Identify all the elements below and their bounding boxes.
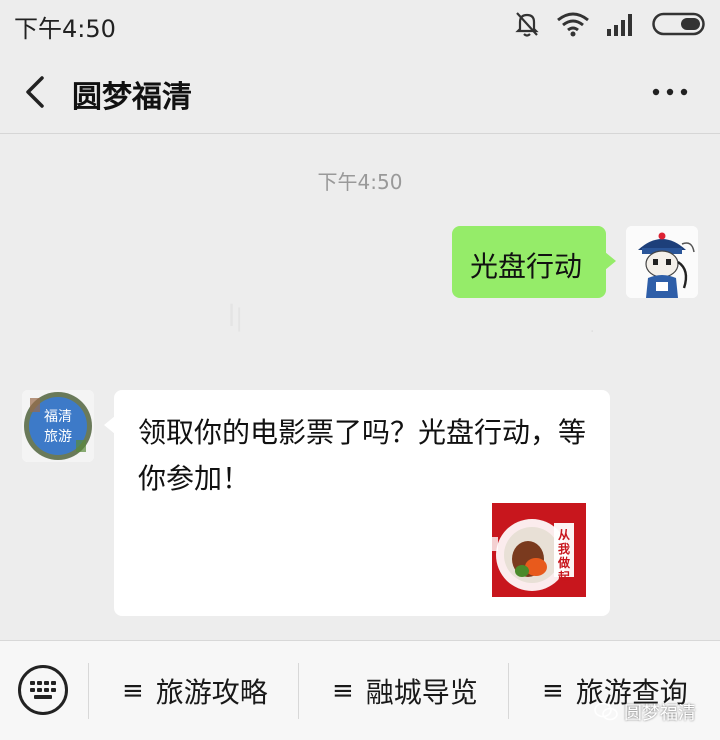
svg-text:起: 起	[557, 569, 571, 584]
fuqing-tourism-logo-icon: 福清 旅游	[22, 390, 94, 462]
status-bar: 下午4:50	[0, 0, 720, 50]
svg-text:从: 从	[558, 528, 570, 542]
sent-message-bubble[interactable]: 光盘行动	[452, 226, 616, 298]
received-message-text: 领取你的电影票了吗？光盘行动，等你参加！	[138, 416, 587, 495]
signal-icon	[606, 12, 636, 36]
account-avatar[interactable]: 福清 旅游	[22, 390, 94, 462]
clean-plate-campaign-icon: 从 我 做 起	[492, 503, 586, 597]
chevron-left-icon	[26, 76, 44, 108]
menu-divider	[508, 663, 509, 719]
mute-bell-icon	[514, 10, 540, 38]
watermark-text: 圆梦福清	[624, 703, 696, 724]
watermark: 圆梦福清	[594, 699, 696, 725]
faint-background-dot: ·	[590, 324, 595, 340]
more-dots-icon	[652, 88, 688, 96]
svg-text:旅游: 旅游	[44, 429, 72, 445]
menu-divider	[298, 663, 299, 719]
faint-background-mark: ꟾ|	[228, 304, 244, 332]
keyboard-icon	[30, 681, 56, 699]
menu-item-city-tour[interactable]: ≡ 融城导览	[332, 671, 478, 711]
wechat-logo-icon	[594, 702, 618, 721]
menu-list-icon: ≡	[122, 676, 144, 706]
svg-text:做: 做	[557, 555, 571, 570]
received-message-bubble[interactable]: 领取你的电影票了吗？光盘行动，等你参加！ 从 我 做 起	[104, 390, 610, 616]
message-timestamp: 下午4:50	[317, 170, 403, 194]
my-avatar[interactable]	[626, 226, 698, 298]
back-button[interactable]	[16, 70, 56, 114]
svg-text:我: 我	[558, 541, 570, 556]
menu-list-icon: ≡	[542, 676, 564, 706]
cartoon-avatar-icon	[626, 226, 698, 298]
status-time: 下午4:50	[14, 15, 116, 43]
menu-item-travel-guide[interactable]: ≡ 旅游攻略	[122, 671, 268, 711]
header: 圆梦福清	[0, 50, 720, 134]
menu-item-label: 旅游攻略	[155, 676, 268, 709]
wifi-icon	[556, 11, 590, 37]
status-icons	[514, 10, 708, 38]
battery-icon	[652, 12, 708, 36]
menu-divider	[88, 663, 89, 719]
bottom-menu: ≡ 旅游攻略 ≡ 融城导览 ≡ 旅游查询 圆梦福清	[0, 640, 720, 740]
more-button[interactable]	[650, 82, 690, 102]
page-title: 圆梦福清	[72, 80, 192, 115]
sent-message-text: 光盘行动	[470, 250, 583, 283]
keyboard-toggle-button[interactable]	[18, 665, 68, 715]
svg-text:福清: 福清	[44, 409, 72, 425]
menu-item-label: 融城导览	[365, 676, 478, 709]
menu-list-icon: ≡	[332, 676, 354, 706]
promo-thumbnail-image[interactable]: 从 我 做 起	[492, 503, 586, 597]
